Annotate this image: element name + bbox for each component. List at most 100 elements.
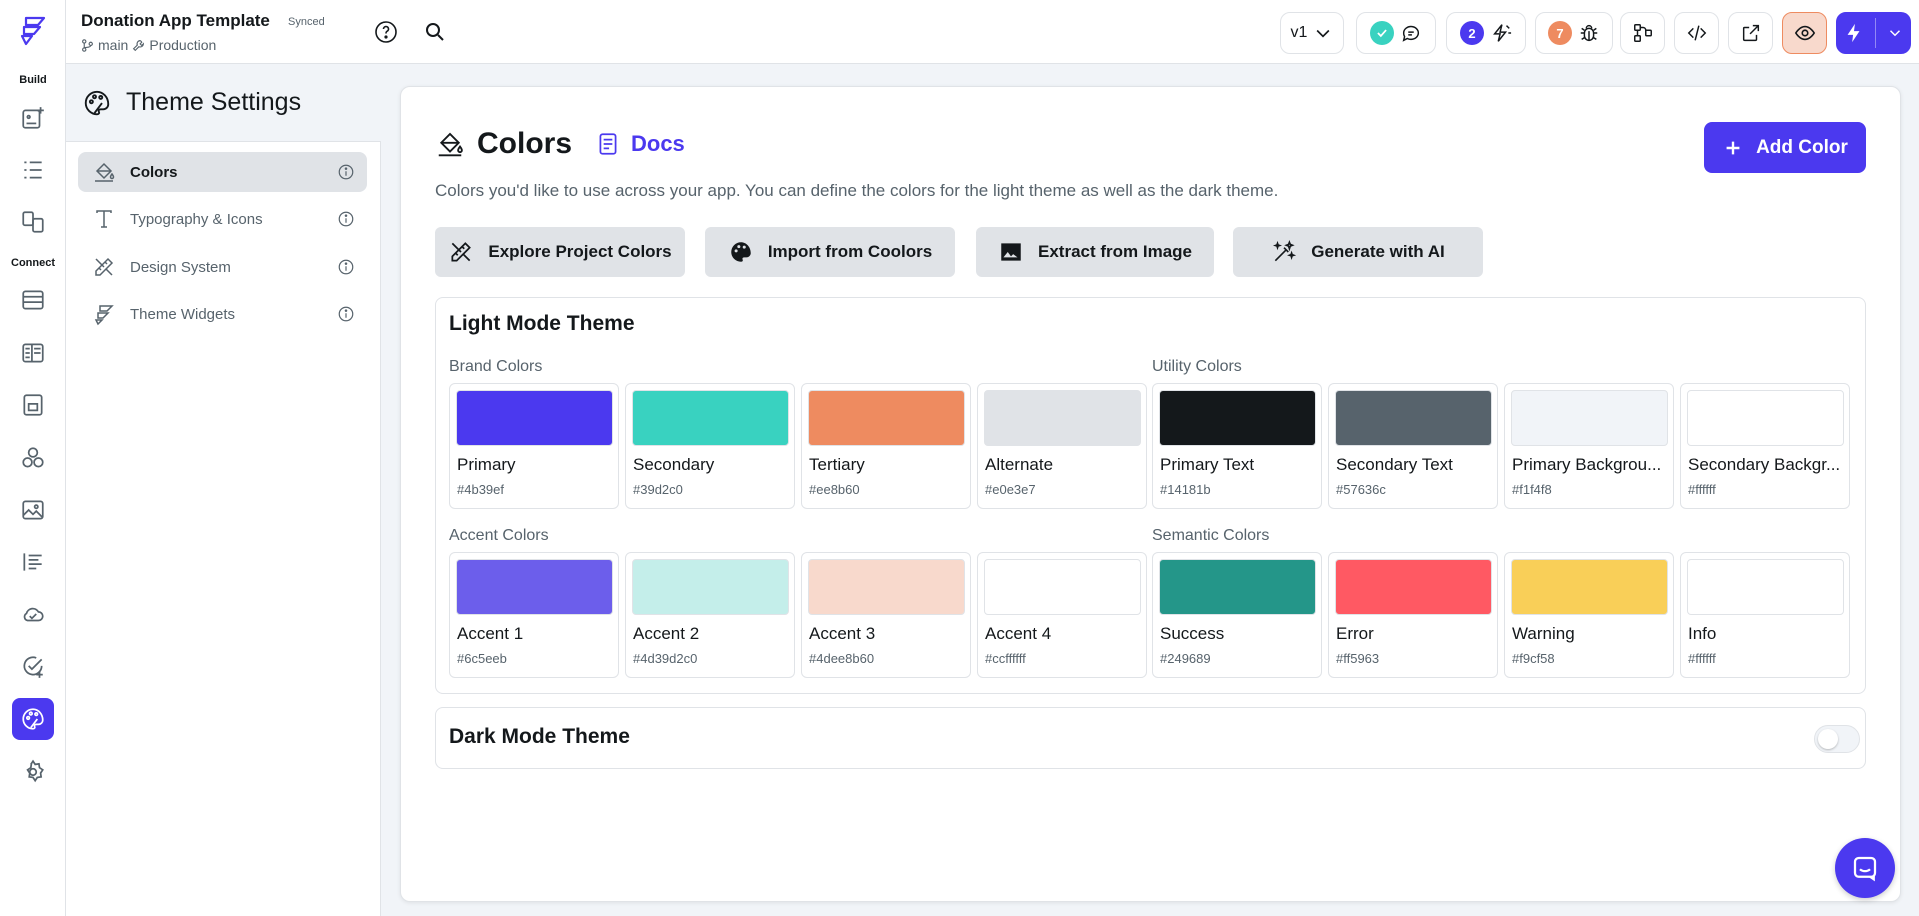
app-state-icon[interactable] [12, 332, 54, 374]
info-icon[interactable] [337, 305, 355, 323]
color-card-primary-text[interactable]: Primary Text #14181b [1152, 383, 1322, 509]
info-icon[interactable] [337, 258, 355, 276]
color-card-warning[interactable]: Warning #f9cf58 [1504, 552, 1674, 678]
media-assets-icon[interactable] [12, 384, 54, 426]
color-name: Secondary Text [1336, 455, 1453, 474]
color-card-accent-2[interactable]: Accent 2 #4d39d2c0 [625, 552, 795, 678]
code-view-button[interactable] [1674, 12, 1719, 54]
action-label: Explore Project Colors [488, 242, 672, 261]
flutterflow-logo-icon[interactable] [18, 14, 48, 48]
version-label: v1 [1290, 24, 1308, 41]
color-hex: #f9cf58 [1512, 651, 1555, 666]
sidebar-item-label: Design System [130, 258, 231, 276]
info-icon[interactable] [337, 163, 355, 181]
color-card-primary-backgrou[interactable]: Primary Backgrou... #f1f4f8 [1504, 383, 1674, 509]
palette-icon [728, 239, 754, 265]
sync-status: Synced [288, 16, 325, 28]
external-link-icon [1740, 22, 1762, 44]
color-hex: #6c5eeb [457, 651, 507, 666]
text-icon [92, 207, 116, 231]
top-bar: Donation App Template Synced main Produc… [66, 0, 1919, 64]
extract-from-image-button[interactable]: Extract from Image [976, 227, 1214, 277]
explore-project-colors-button[interactable]: Explore Project Colors [435, 227, 685, 277]
version-dropdown[interactable]: v1 [1280, 12, 1344, 54]
errors-button[interactable]: 2 [1446, 12, 1526, 54]
color-hex: #249689 [1160, 651, 1211, 666]
wrench-icon [132, 39, 145, 52]
api-calls-icon[interactable] [12, 541, 54, 583]
docs-link[interactable]: Docs [595, 131, 685, 157]
color-card-secondary-text[interactable]: Secondary Text #57636c [1328, 383, 1498, 509]
branch-icon [81, 38, 94, 52]
color-card-secondary-backgr[interactable]: Secondary Backgr... #ffffff [1680, 383, 1850, 509]
preview-button[interactable] [1782, 12, 1827, 54]
color-swatch [1687, 390, 1844, 446]
color-swatch [1159, 390, 1316, 446]
color-card-alternate[interactable]: Alternate #e0e3e7 [977, 383, 1147, 509]
color-card-accent-4[interactable]: Accent 4 #ccffffff [977, 552, 1147, 678]
color-hex: #39d2c0 [633, 482, 683, 497]
sidebar-item-label: Theme Widgets [130, 305, 236, 323]
chat-support-button[interactable] [1835, 838, 1895, 898]
action-label: Extract from Image [1038, 242, 1192, 261]
colors-header: Colors [435, 127, 572, 161]
generate-with-ai-button[interactable]: Generate with AI [1233, 227, 1483, 277]
dark-mode-theme-section: Dark Mode Theme [435, 707, 1866, 769]
sidebar-item-design-system[interactable]: Design System [78, 247, 367, 287]
search-icon[interactable] [421, 18, 449, 46]
color-card-tertiary[interactable]: Tertiary #ee8b60 [801, 383, 971, 509]
import-from-coolors-button[interactable]: Import from Coolors [705, 227, 955, 277]
color-name: Secondary [633, 455, 715, 474]
color-card-info[interactable]: Info #ffffff [1680, 552, 1850, 678]
dark-mode-toggle[interactable] [1814, 725, 1860, 753]
status-comments-button[interactable] [1356, 12, 1436, 54]
help-icon[interactable] [372, 18, 400, 46]
tests-icon[interactable] [12, 646, 54, 688]
color-card-accent-3[interactable]: Accent 3 #4dee8b60 [801, 552, 971, 678]
cloud-functions-icon[interactable] [12, 593, 54, 635]
add-page-icon[interactable] [12, 97, 54, 139]
left-nav-rail: Build Connect [0, 0, 66, 916]
add-color-button[interactable]: Add Color [1704, 122, 1866, 173]
lightning-warning-icon [1490, 22, 1512, 44]
git-branch-button[interactable] [1620, 12, 1665, 54]
color-card-secondary[interactable]: Secondary #39d2c0 [625, 383, 795, 509]
plus-icon [1722, 137, 1744, 159]
button-divider [1875, 18, 1876, 48]
settings-icon[interactable] [12, 751, 54, 793]
rail-connect-label: Connect [11, 257, 55, 269]
sidebar-item-theme-widgets[interactable]: Theme Widgets [78, 294, 367, 334]
check-badge-icon [1370, 21, 1394, 45]
color-hex: #57636c [1336, 482, 1386, 497]
sidebar-item-label: Colors [130, 163, 178, 181]
database-icon[interactable] [12, 279, 54, 321]
color-swatch [808, 559, 965, 615]
custom-code-icon[interactable] [12, 437, 54, 479]
info-icon[interactable] [337, 210, 355, 228]
color-hex: #ff5963 [1336, 651, 1380, 666]
sidebar-item-typography[interactable]: Typography & Icons [78, 199, 367, 239]
storyboard-icon[interactable] [12, 201, 54, 243]
sidebar-header: Theme Settings [66, 64, 381, 142]
color-card-accent-1[interactable]: Accent 1 #6c5eeb [449, 552, 619, 678]
accent-colors-label: Accent Colors [449, 527, 549, 544]
color-swatch [456, 390, 613, 446]
color-card-error[interactable]: Error #ff5963 [1328, 552, 1498, 678]
color-swatch [1159, 559, 1316, 615]
color-card-success[interactable]: Success #249689 [1152, 552, 1322, 678]
project-title[interactable]: Donation App Template [81, 11, 270, 31]
open-external-button[interactable] [1728, 12, 1773, 54]
images-icon[interactable] [12, 489, 54, 531]
color-hex: #4d39d2c0 [633, 651, 698, 666]
theme-settings-icon[interactable] [12, 698, 54, 740]
color-card-primary[interactable]: Primary #4b39ef [449, 383, 619, 509]
branch-info[interactable]: main Production [81, 37, 216, 53]
sidebar-item-colors[interactable]: Colors [78, 152, 367, 192]
run-menu-button[interactable] [1836, 12, 1911, 54]
palette-icon [82, 88, 112, 118]
widget-tree-icon[interactable] [12, 149, 54, 191]
paint-bucket-icon [435, 129, 465, 159]
color-swatch [632, 390, 789, 446]
debug-button[interactable]: 7 [1535, 12, 1613, 54]
brand-colors-label: Brand Colors [449, 358, 543, 375]
